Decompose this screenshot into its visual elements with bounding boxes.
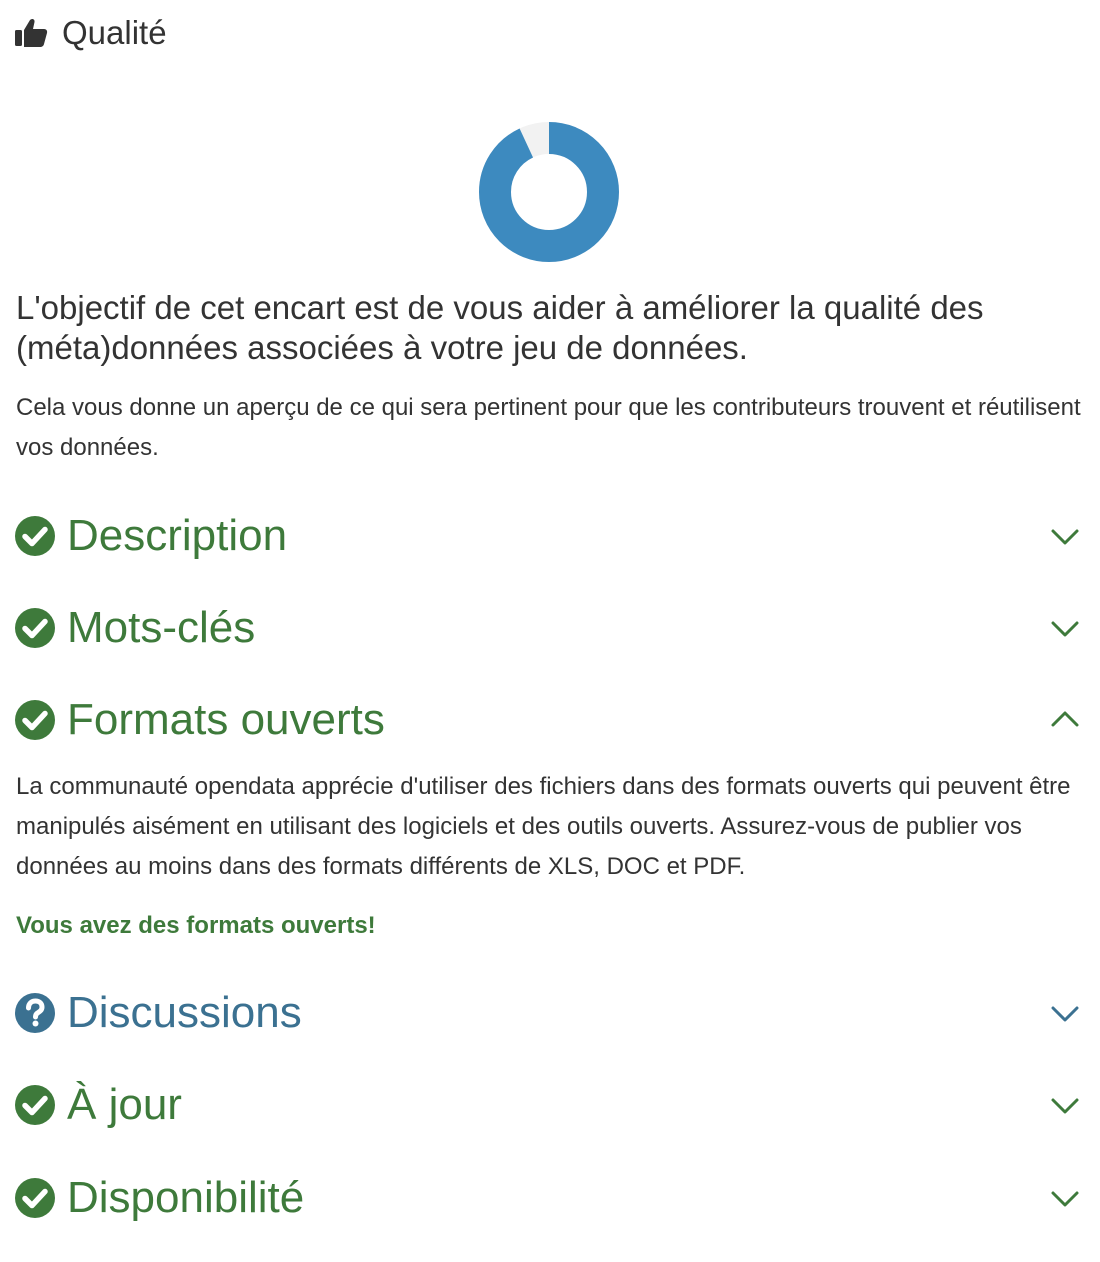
criterion-label: Description <box>67 511 288 560</box>
chevron-down-icon[interactable] <box>1048 611 1082 645</box>
check-circle-icon <box>14 515 56 557</box>
criterion-keywords[interactable]: Mots-clés <box>14 598 1086 658</box>
check-circle-icon <box>14 607 56 649</box>
criterion-label: À jour <box>67 1080 182 1129</box>
criterion-description[interactable]: Description <box>14 506 1086 566</box>
chevron-down-icon[interactable] <box>1048 1181 1082 1215</box>
quality-score-donut <box>476 119 622 265</box>
criterion-discussions[interactable]: Discussions <box>14 983 1086 1043</box>
chevron-down-icon[interactable] <box>1048 996 1082 1030</box>
criterion-up-to-date[interactable]: À jour <box>14 1075 1086 1135</box>
open-formats-description: La communauté opendata apprécie d'utilis… <box>16 773 1071 880</box>
criterion-open-formats[interactable]: Formats ouverts <box>14 690 1086 750</box>
chevron-up-icon[interactable] <box>1048 703 1082 737</box>
check-circle-icon <box>14 1177 56 1219</box>
check-circle-icon <box>14 1084 56 1126</box>
question-circle-icon <box>14 992 56 1034</box>
chevron-down-icon[interactable] <box>1048 1088 1082 1122</box>
check-circle-icon <box>14 699 56 741</box>
intro-lead: L'objectif de cet encart est de vous aid… <box>16 289 984 366</box>
thumbs-up-icon <box>14 18 48 48</box>
chevron-down-icon[interactable] <box>1048 519 1082 553</box>
criterion-availability[interactable]: Disponibilité <box>14 1168 1086 1228</box>
criterion-label: Disponibilité <box>67 1173 305 1222</box>
criterion-label: Mots-clés <box>67 603 256 652</box>
open-formats-success-message: Vous avez des formats ouverts! <box>16 912 376 939</box>
intro-subtext: Cela vous donne un aperçu de ce qui sera… <box>16 394 1081 461</box>
criterion-label: Discussions <box>67 988 302 1037</box>
section-title: Qualité <box>62 14 167 51</box>
quality-header: Qualité <box>14 14 167 52</box>
donut-score-arc <box>479 122 619 262</box>
criterion-label: Formats ouverts <box>67 695 385 744</box>
